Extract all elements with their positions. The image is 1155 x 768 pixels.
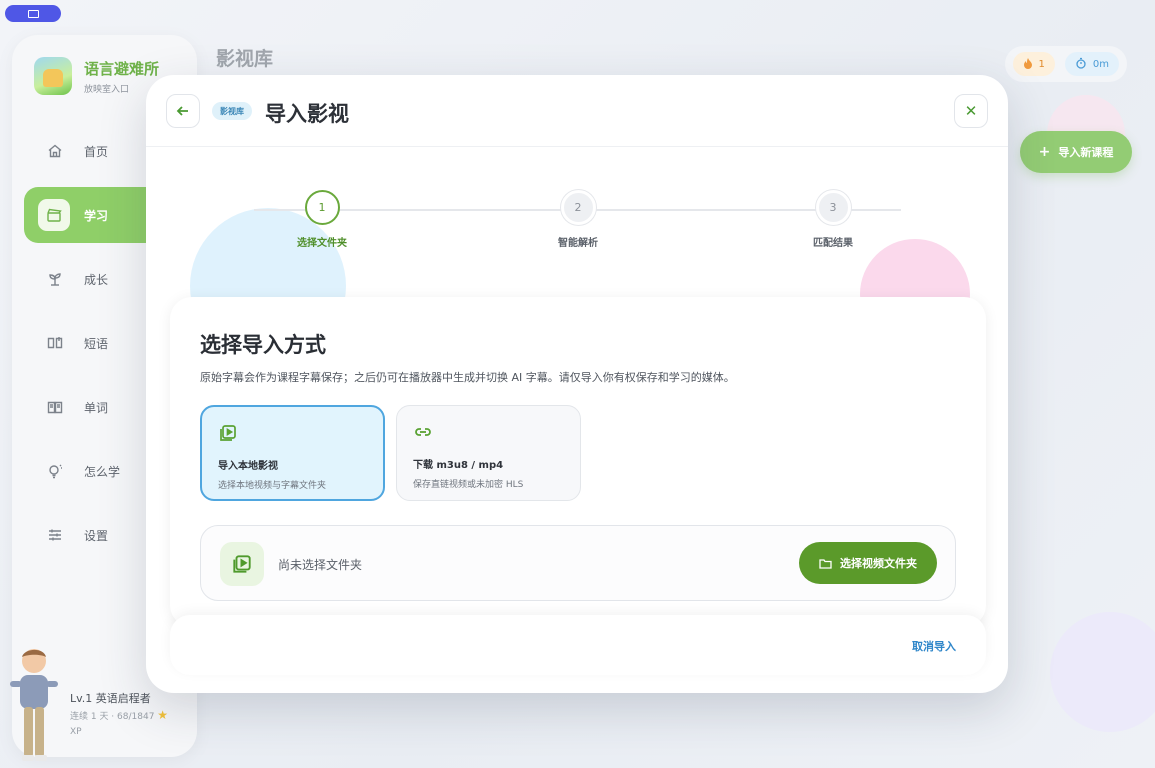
- option-title: 导入本地影视: [218, 461, 278, 472]
- sidebar-item-label: 学习: [84, 208, 109, 223]
- streak-info: 连续 1 天 · 68/1847 ★ XP: [70, 708, 190, 740]
- step-match-results: 3 匹配结果: [773, 190, 893, 249]
- fire-count: 1: [1038, 58, 1045, 70]
- modal-header: 影视库 导入影视 ✕: [146, 75, 1008, 147]
- status-chips: 1 0m: [1004, 46, 1127, 82]
- sidebar-item-label: 怎么学: [84, 464, 121, 479]
- timer-value: 0m: [1092, 58, 1109, 70]
- brand[interactable]: 语言避难所 放映室入口: [34, 57, 159, 95]
- option-subtitle: 保存直链视频或未加密 HLS: [413, 480, 524, 490]
- link-icon: [413, 422, 433, 442]
- step-label: 匹配结果: [813, 238, 853, 249]
- close-button[interactable]: ✕: [954, 94, 988, 128]
- step-number: 1: [304, 190, 340, 225]
- step-number: 3: [815, 190, 851, 225]
- import-new-course-button[interactable]: + 导入新课程: [1020, 131, 1132, 173]
- timer-chip[interactable]: 0m: [1064, 52, 1119, 76]
- brand-logo: [34, 57, 72, 95]
- user-level: Lv.1 英语启程者: [70, 692, 151, 705]
- modal-footer: 取消导入: [170, 615, 986, 675]
- option-subtitle: 选择本地视频与字幕文件夹: [218, 481, 327, 491]
- avatar[interactable]: [4, 641, 64, 768]
- fire-chip[interactable]: 1: [1012, 52, 1055, 76]
- option-title: 下载 m3u8 / mp4: [413, 460, 504, 471]
- video-file-icon: [220, 542, 264, 586]
- step-label: 选择文件夹: [297, 238, 347, 249]
- option-local-media[interactable]: 导入本地影视 选择本地视频与字幕文件夹: [200, 405, 385, 501]
- video-file-icon: [218, 423, 238, 443]
- book-open-icon: [46, 334, 64, 352]
- stopwatch-icon: [1075, 57, 1087, 72]
- sidebar-item-label: 短语: [84, 336, 109, 351]
- window-switcher-pill[interactable]: [5, 5, 61, 22]
- plus-icon: +: [1038, 144, 1051, 160]
- streak-text: 连续 1 天 · 68/1847: [70, 712, 155, 722]
- clapperboard-icon: [38, 199, 70, 231]
- folder-picker: 尚未选择文件夹 选择视频文件夹: [200, 525, 956, 601]
- arrow-left-icon: [176, 106, 188, 116]
- back-button[interactable]: [166, 94, 200, 128]
- lightbulb-icon: [46, 462, 64, 480]
- card-title: 选择导入方式: [200, 333, 326, 357]
- sidebar-item-label: 单词: [84, 400, 109, 415]
- import-new-course-label: 导入新课程: [1058, 146, 1114, 159]
- star-icon: ★: [157, 708, 169, 722]
- step-number: 2: [560, 190, 596, 225]
- choose-folder-label: 选择视频文件夹: [840, 557, 917, 570]
- sliders-icon: [46, 526, 64, 544]
- import-method-card: 选择导入方式 原始字幕会作为课程字幕保存；之后仍可在播放器中生成并切换 AI 字…: [170, 297, 986, 627]
- import-media-modal: 影视库 导入影视 ✕ 1 选择文件夹 2 智能解析 3 匹配结果 选择导入方式 …: [146, 75, 1008, 693]
- close-icon: ✕: [964, 102, 978, 120]
- fire-icon: [1023, 57, 1033, 72]
- page-title: 影视库: [216, 48, 274, 70]
- sidebar-item-label: 设置: [84, 528, 109, 543]
- monitor-icon: [27, 9, 39, 18]
- cancel-import-link[interactable]: 取消导入: [912, 638, 956, 654]
- breadcrumb-badge[interactable]: 影视库: [212, 102, 252, 120]
- choose-folder-button[interactable]: 选择视频文件夹: [799, 542, 937, 584]
- book-icon: [46, 398, 64, 416]
- option-download-stream[interactable]: 下载 m3u8 / mp4 保存直链视频或未加密 HLS: [396, 405, 581, 501]
- folder-icon: [819, 558, 832, 569]
- modal-title: 导入影视: [265, 102, 349, 126]
- home-icon: [46, 142, 64, 160]
- sidebar-item-label: 成长: [84, 272, 109, 287]
- step-smart-parse: 2 智能解析: [518, 190, 638, 249]
- sidebar-item-label: 首页: [84, 144, 109, 159]
- xp-unit: XP: [70, 727, 82, 737]
- sprout-icon: [46, 270, 64, 288]
- card-description: 原始字幕会作为课程字幕保存；之后仍可在播放器中生成并切换 AI 字幕。请仅导入你…: [200, 371, 735, 384]
- step-label: 智能解析: [558, 238, 598, 249]
- selected-folder-status: 尚未选择文件夹: [278, 558, 363, 572]
- step-select-folder: 1 选择文件夹: [262, 190, 382, 249]
